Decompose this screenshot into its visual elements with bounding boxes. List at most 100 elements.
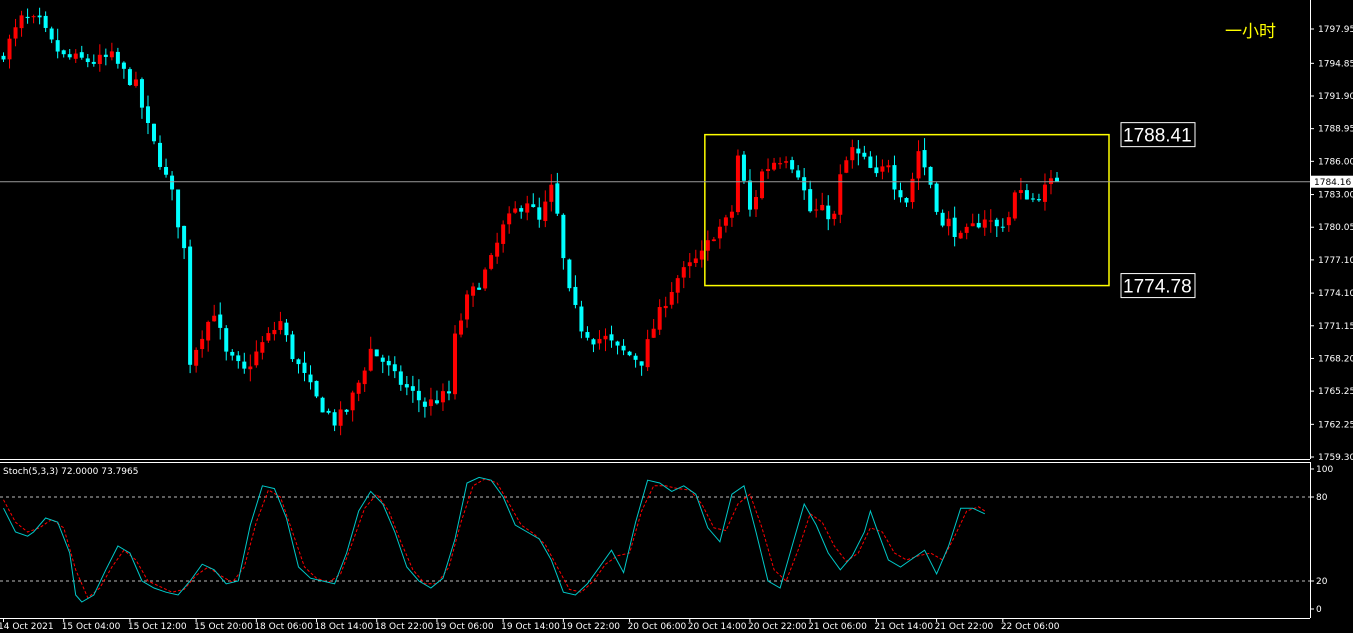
candle-bullish [73, 53, 78, 59]
candle-bullish [19, 15, 24, 29]
candle-bearish [940, 212, 945, 226]
candle-bearish [446, 391, 451, 394]
stoch-indicator-label: Stoch(5,3,3) 72.0000 73.7965 [3, 467, 138, 477]
candle-bullish [970, 223, 975, 227]
candle-bullish [982, 219, 987, 228]
candle-bullish [645, 339, 650, 368]
price-tick-label: 1774.10 [1318, 289, 1353, 299]
candle-bearish [434, 400, 439, 404]
price-tick-label: 1780.05 [1318, 223, 1353, 233]
candle-bearish [1055, 177, 1059, 182]
price-tick-label: 1777.10 [1318, 256, 1353, 266]
candle-bearish [296, 359, 301, 365]
stoch-tick-label: 100 [1316, 465, 1333, 475]
candle-bearish [561, 214, 566, 259]
candle-bullish [693, 258, 698, 263]
candle-bearish [91, 61, 96, 64]
price-tick-label: 1759.30 [1318, 453, 1353, 463]
candle-bearish [103, 54, 108, 57]
candle-bullish [272, 329, 277, 335]
candle-bullish [711, 239, 716, 242]
candle-bearish [218, 314, 223, 328]
candle-bearish [302, 362, 307, 373]
time-tick-label: 21 Oct 22:00 [935, 622, 994, 632]
candle-bearish [320, 397, 325, 413]
candle-bearish [579, 306, 584, 332]
candle-bearish [344, 409, 349, 412]
candle-bullish [525, 203, 530, 213]
price-tick-label: 1788.95 [1318, 125, 1353, 135]
candle-bearish [585, 332, 590, 338]
candle-bearish [188, 246, 193, 365]
candle-bullish [880, 166, 885, 172]
price-tick-label: 1797.95 [1318, 25, 1353, 35]
candle-bearish [747, 180, 752, 210]
candle-bearish [567, 259, 572, 289]
candle-bullish [543, 201, 548, 222]
price-tick-label: 1783.00 [1318, 191, 1353, 201]
time-tick-label: 19 Oct 22:00 [561, 622, 620, 632]
candle-bearish [741, 154, 746, 181]
price-chart[interactable]: 1797.95 1794.85 1791.90 1788.95 1786.00 1783.… [0, 0, 1353, 633]
time-tick-label: 15 Oct 12:00 [128, 622, 187, 632]
candle-bullish [784, 161, 789, 163]
chart-background [0, 0, 1353, 633]
candle-bearish [326, 410, 331, 413]
candle-bullish [212, 315, 217, 322]
candle-bearish [398, 371, 403, 385]
candle-bullish [350, 392, 355, 411]
candle-bearish [1, 55, 6, 60]
candle-bearish [158, 142, 163, 167]
candle-bearish [410, 386, 415, 391]
candle-bearish [609, 334, 614, 341]
stoch-tick-label: 80 [1316, 493, 1328, 503]
candle-bearish [314, 380, 319, 397]
candle-bearish [994, 219, 999, 227]
time-tick-label: 15 Oct 04:00 [62, 622, 121, 632]
candle-bullish [501, 224, 506, 244]
current-price-label: 1784.16 [1314, 178, 1351, 188]
candle-bearish [67, 54, 72, 58]
candle-bearish [284, 322, 289, 336]
candle-bullish [483, 269, 488, 289]
candle-bearish [519, 208, 524, 212]
candle-bearish [230, 351, 235, 356]
candle-bearish [25, 16, 30, 19]
candle-bearish [43, 15, 48, 28]
range-bottom-label: 1774.78 [1123, 277, 1192, 298]
candle-bullish [603, 335, 608, 340]
candle-bearish [573, 286, 578, 305]
candle-bullish [1018, 190, 1023, 193]
candle-bullish [760, 171, 765, 199]
candle-bearish [49, 28, 54, 40]
candle-bullish [97, 54, 102, 65]
candle-bullish [489, 255, 494, 269]
price-tick-label: 1762.25 [1318, 420, 1353, 430]
candle-bearish [164, 167, 169, 175]
candle-bullish [657, 307, 662, 330]
candle-bullish [778, 163, 783, 165]
candle-bearish [242, 361, 247, 369]
candle-bullish [705, 240, 710, 251]
candle-bearish [152, 123, 156, 142]
time-tick-label: 19 Oct 06:00 [435, 622, 494, 632]
candle-bearish [236, 355, 241, 362]
candle-bullish [356, 382, 361, 394]
candle-bearish [182, 225, 187, 249]
candle-bullish [194, 349, 199, 366]
candle-bullish [735, 155, 740, 213]
candle-bullish [338, 409, 343, 426]
candle-bullish [7, 38, 12, 60]
candle-bearish [621, 345, 626, 351]
candle-bearish [374, 349, 379, 357]
candle-bullish [772, 162, 777, 170]
candle-bullish [278, 321, 283, 330]
candle-bullish [428, 399, 433, 407]
candle-bearish [808, 189, 813, 212]
candle-bullish [459, 320, 464, 335]
price-tick-label: 1794.85 [1318, 59, 1353, 69]
candle-bullish [465, 294, 470, 320]
candle-bullish [838, 174, 843, 215]
candle-bullish [1048, 178, 1053, 185]
candle-bullish [687, 262, 692, 267]
